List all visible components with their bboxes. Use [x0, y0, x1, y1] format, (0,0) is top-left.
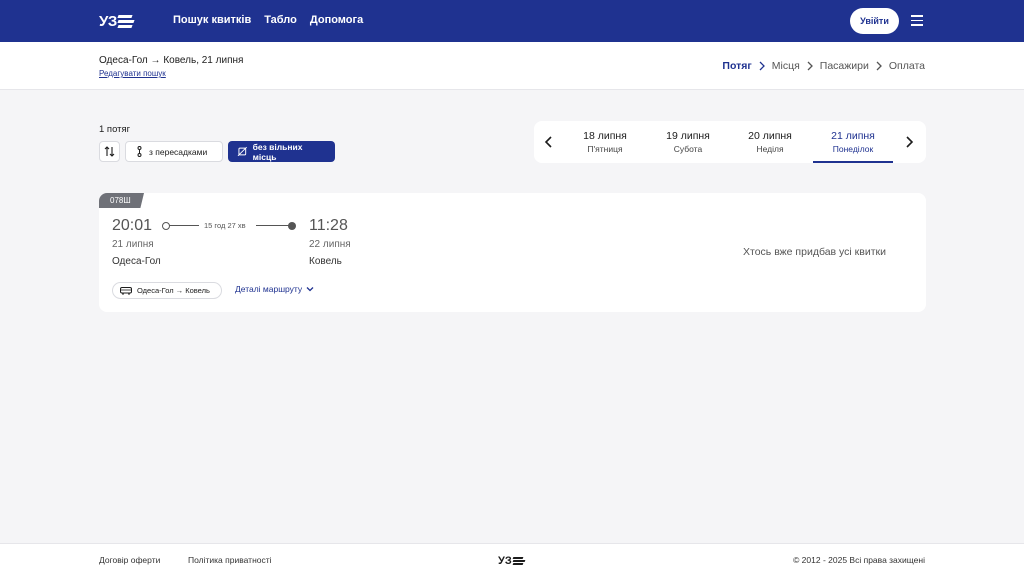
date-option[interactable]: 18 липня П'ятниця	[565, 121, 645, 163]
route-chip-label: Одеса-Гол → Ковель	[137, 286, 210, 295]
weekday-label: П'ятниця	[587, 144, 623, 154]
train-number-badge: 078Ш	[99, 193, 144, 208]
trip-duration: 15 год 27 хв	[204, 221, 246, 230]
footer-uz-logo[interactable]: УЗ	[498, 555, 526, 567]
date-label: 19 липня	[666, 130, 710, 142]
arrival-time: 11:28	[309, 217, 348, 234]
chevron-right-icon[interactable]	[904, 135, 914, 149]
step-passengers[interactable]: Пасажири	[820, 60, 869, 72]
transfer-icon	[137, 146, 142, 157]
nav-ticket-search[interactable]: Пошук квитків	[173, 14, 251, 26]
footer-logo-stripes-icon	[512, 556, 526, 566]
date-label: 21 липня	[831, 130, 875, 142]
date-option[interactable]: 20 липня Неділя	[730, 121, 810, 163]
top-header: УЗ Пошук квитків Табло Допомога Увійти	[0, 0, 1024, 42]
copyright: © 2012 - 2025 Всі права захищені	[793, 555, 925, 565]
no-seats-filter-label: без вільних місць	[252, 141, 303, 162]
departure-date: 21 липня	[112, 239, 154, 250]
uz-logo[interactable]: УЗ	[99, 12, 141, 30]
offer-agreement-link[interactable]: Договір оферти	[99, 555, 160, 565]
logo-text: УЗ	[99, 12, 117, 30]
departure-time: 20:01	[112, 217, 153, 234]
nav-help[interactable]: Допомога	[310, 14, 363, 26]
logo-stripes-icon	[117, 14, 135, 28]
footer-logo-text: УЗ	[498, 555, 512, 567]
results-count: 1 потяг	[99, 124, 131, 135]
route-details-toggle[interactable]: Деталі маршруту	[235, 284, 314, 294]
date-label: 20 липня	[748, 130, 792, 142]
date-option-selected[interactable]: 21 липня Понеділок	[813, 121, 893, 163]
route-title: Одеса-Гол → Ковель, 21 липня	[99, 55, 244, 66]
date-picker: 18 липня П'ятниця 19 липня Субота 20 лип…	[534, 121, 926, 163]
main-nav: Пошук квитків Табло Допомога	[173, 14, 363, 26]
transfers-filter-label: з пересадками	[149, 146, 208, 157]
edit-search-link[interactable]: Редагувати пошук	[99, 69, 166, 78]
transfers-filter-chip[interactable]: з пересадками	[125, 141, 223, 162]
sort-button[interactable]	[99, 141, 120, 162]
footer: Договір оферти Політика приватності УЗ ©…	[0, 543, 1024, 576]
departure-station: Одеса-Гол	[112, 256, 161, 267]
sort-icon	[104, 146, 115, 157]
step-train[interactable]: Потяг	[722, 60, 751, 72]
step-seats[interactable]: Місця	[772, 60, 800, 72]
sold-out-status: Хтось вже придбав усі квитки	[743, 246, 886, 258]
weekday-label: Неділя	[756, 144, 784, 154]
train-icon	[120, 286, 132, 295]
arrival-date: 22 липня	[309, 239, 351, 250]
route-chip: Одеса-Гол → Ковель	[112, 282, 222, 299]
arrival-dot-icon	[288, 222, 296, 230]
departure-dot-icon	[162, 222, 170, 230]
arrival-station: Ковель	[309, 256, 342, 267]
weekday-label: Понеділок	[832, 144, 874, 154]
chevron-right-icon	[876, 61, 882, 71]
hamburger-menu-icon[interactable]	[911, 15, 923, 26]
no-seats-filter-chip[interactable]: без вільних місць	[228, 141, 335, 162]
date-label: 18 липня	[583, 130, 627, 142]
privacy-policy-link[interactable]: Політика приватності	[188, 555, 272, 565]
chevron-down-icon	[306, 287, 314, 292]
step-payment[interactable]: Оплата	[889, 60, 925, 72]
weekday-label: Субота	[673, 144, 703, 154]
chevron-left-icon[interactable]	[544, 135, 554, 149]
chevron-right-icon	[759, 61, 765, 71]
booking-steps: Потяг Місця Пасажири Оплата	[722, 60, 925, 72]
nav-board[interactable]: Табло	[264, 14, 297, 26]
login-button[interactable]: Увійти	[850, 8, 899, 34]
train-card: 078Ш 20:01 15 год 27 хв 11:28 21 липня 2…	[99, 193, 926, 312]
chevron-right-icon	[807, 61, 813, 71]
search-summary-bar: Одеса-Гол → Ковель, 21 липня Редагувати …	[0, 42, 1024, 90]
no-seats-icon	[237, 146, 247, 157]
route-details-label: Деталі маршруту	[235, 284, 303, 294]
date-option[interactable]: 19 липня Субота	[648, 121, 728, 163]
